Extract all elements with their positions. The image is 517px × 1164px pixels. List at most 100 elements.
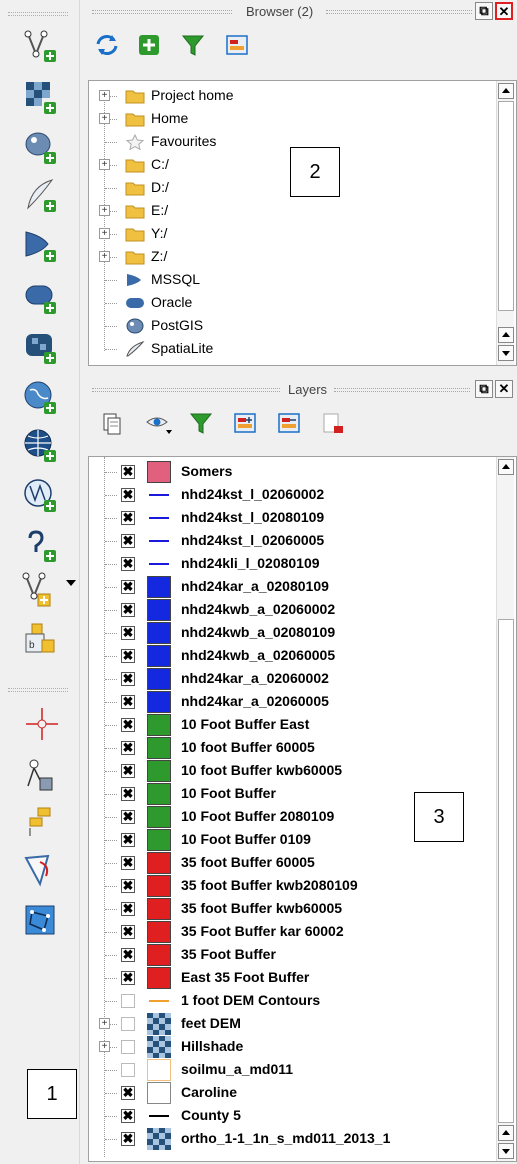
add-wcs-layer-icon[interactable] bbox=[22, 426, 62, 466]
add-mssql-layer-icon[interactable] bbox=[22, 226, 62, 266]
refresh-icon[interactable] bbox=[92, 30, 122, 60]
layer-row[interactable]: ✖ nhd24kst_l_02060005 bbox=[89, 530, 516, 552]
layer-visibility-checkbox[interactable]: ✖ bbox=[121, 465, 135, 479]
layer-visibility-checkbox[interactable]: ✖ bbox=[121, 971, 135, 985]
add-delimited-text-layer-icon[interactable] bbox=[22, 526, 62, 566]
node-tool-icon[interactable] bbox=[22, 756, 62, 796]
new-shapefile-layer-icon[interactable] bbox=[22, 570, 62, 610]
layer-visibility-checkbox[interactable]: ✖ bbox=[121, 856, 135, 870]
layer-visibility-checkbox[interactable]: ✖ bbox=[121, 1132, 135, 1146]
layer-row[interactable]: ✖ Caroline bbox=[89, 1082, 516, 1104]
layer-visibility-checkbox[interactable]: ✖ bbox=[121, 1086, 135, 1100]
chevron-down-icon[interactable] bbox=[66, 580, 76, 586]
add-wms-layer-icon[interactable] bbox=[22, 378, 62, 418]
toolbar-grip[interactable] bbox=[8, 12, 68, 16]
layer-row[interactable]: ✖ nhd24kar_a_02060005 bbox=[89, 691, 516, 713]
add-postgis-layer-icon[interactable] bbox=[22, 128, 62, 168]
layer-visibility-checkbox[interactable] bbox=[121, 994, 135, 1008]
manage-visibility-icon[interactable] bbox=[144, 408, 174, 438]
browser-item[interactable]: + Z:/ bbox=[89, 246, 516, 268]
layer-row[interactable]: ✖ nhd24kst_l_02060002 bbox=[89, 484, 516, 506]
layer-row[interactable]: + feet DEM bbox=[89, 1013, 516, 1035]
layer-visibility-checkbox[interactable]: ✖ bbox=[121, 649, 135, 663]
layer-visibility-checkbox[interactable]: ✖ bbox=[121, 948, 135, 962]
layer-visibility-checkbox[interactable]: ✖ bbox=[121, 833, 135, 847]
layer-visibility-checkbox[interactable]: ✖ bbox=[121, 695, 135, 709]
expand-toggle[interactable]: + bbox=[99, 90, 110, 101]
float-panel-icon[interactable]: ⧉ bbox=[475, 2, 493, 20]
browser-item[interactable]: + Project home bbox=[89, 85, 516, 107]
add-vector-layer-icon[interactable] bbox=[22, 26, 62, 66]
expand-toggle[interactable]: + bbox=[99, 251, 110, 262]
layer-visibility-checkbox[interactable]: ✖ bbox=[121, 764, 135, 778]
expand-toggle[interactable]: + bbox=[99, 1041, 110, 1052]
layer-row[interactable]: ✖ Somers bbox=[89, 461, 516, 483]
open-layer-styling-icon[interactable] bbox=[98, 408, 128, 438]
layer-visibility-checkbox[interactable]: ✖ bbox=[121, 925, 135, 939]
layer-visibility-checkbox[interactable]: ✖ bbox=[121, 718, 135, 732]
float-panel-icon[interactable]: ⧉ bbox=[475, 380, 493, 398]
layer-row[interactable]: + Hillshade bbox=[89, 1036, 516, 1058]
collapse-all-icon[interactable] bbox=[274, 408, 304, 438]
layer-visibility-checkbox[interactable]: ✖ bbox=[121, 534, 135, 548]
layer-visibility-checkbox[interactable] bbox=[121, 1063, 135, 1077]
close-panel-icon[interactable]: ✕ bbox=[495, 380, 513, 398]
toolbar-grip-2[interactable] bbox=[8, 688, 68, 692]
layer-row[interactable]: ✖ nhd24kli_l_02080109 bbox=[89, 553, 516, 575]
layer-row[interactable]: 1 foot DEM Contours bbox=[89, 990, 516, 1012]
layer-visibility-checkbox[interactable]: ✖ bbox=[121, 580, 135, 594]
browser-item[interactable]: + E:/ bbox=[89, 200, 516, 222]
layer-visibility-checkbox[interactable]: ✖ bbox=[121, 488, 135, 502]
collapse-all-icon[interactable] bbox=[222, 30, 252, 60]
layer-row[interactable]: ✖ East 35 Foot Buffer bbox=[89, 967, 516, 989]
layer-visibility-checkbox[interactable]: ✖ bbox=[121, 557, 135, 571]
expand-toggle[interactable]: + bbox=[99, 205, 110, 216]
merge-features-icon[interactable] bbox=[22, 804, 62, 844]
browser-item[interactable]: MSSQL bbox=[89, 269, 516, 291]
expand-toggle[interactable]: + bbox=[99, 1018, 110, 1029]
digitize-crosshair-icon[interactable] bbox=[22, 706, 62, 746]
layer-row[interactable]: ✖ 35 Foot Buffer kar 60002 bbox=[89, 921, 516, 943]
browser-item[interactable]: Oracle bbox=[89, 292, 516, 314]
add-raster-layer-icon[interactable] bbox=[22, 78, 62, 118]
layer-visibility-checkbox[interactable]: ✖ bbox=[121, 787, 135, 801]
browser-item[interactable]: SpatiaLite bbox=[89, 338, 516, 360]
layer-row[interactable]: ✖ 35 foot Buffer kwb60005 bbox=[89, 898, 516, 920]
layer-row[interactable]: ✖ nhd24kwb_a_02060002 bbox=[89, 599, 516, 621]
layer-row[interactable]: ✖ nhd24kwb_a_02060005 bbox=[89, 645, 516, 667]
filter-icon[interactable] bbox=[178, 30, 208, 60]
layer-row[interactable]: ✖ nhd24kar_a_02080109 bbox=[89, 576, 516, 598]
browser-tree[interactable]: + Project home + Home Favourites + C:/D:/+ E:/+… bbox=[88, 80, 517, 366]
layer-visibility-checkbox[interactable]: ✖ bbox=[121, 879, 135, 893]
browser-item[interactable]: + Home bbox=[89, 108, 516, 130]
layer-visibility-checkbox[interactable] bbox=[121, 1040, 135, 1054]
reshape-features-icon[interactable] bbox=[22, 852, 62, 892]
layer-row[interactable]: ✖ 35 Foot Buffer bbox=[89, 944, 516, 966]
browser-titlebar[interactable]: Browser (2) ⧉ ✕ bbox=[86, 0, 517, 24]
layer-row[interactable]: ✖ County 5 bbox=[89, 1105, 516, 1127]
close-panel-icon[interactable]: ✕ bbox=[495, 2, 513, 20]
layers-titlebar[interactable]: Layers ⧉ ✕ bbox=[86, 378, 517, 402]
layer-row[interactable]: ✖ nhd24kst_l_02080109 bbox=[89, 507, 516, 529]
layer-visibility-checkbox[interactable]: ✖ bbox=[121, 1109, 135, 1123]
layer-row[interactable]: ✖ 35 foot Buffer kwb2080109 bbox=[89, 875, 516, 897]
expand-toggle[interactable]: + bbox=[99, 228, 110, 239]
add-ring-icon[interactable] bbox=[22, 902, 62, 942]
layer-visibility-checkbox[interactable]: ✖ bbox=[121, 603, 135, 617]
new-gpx-layer-icon[interactable]: b bbox=[22, 620, 62, 660]
layer-visibility-checkbox[interactable]: ✖ bbox=[121, 902, 135, 916]
add-selected-layers-icon[interactable] bbox=[134, 30, 164, 60]
expand-all-icon[interactable] bbox=[230, 408, 260, 438]
layer-visibility-checkbox[interactable]: ✖ bbox=[121, 810, 135, 824]
layer-row[interactable]: ✖ 35 foot Buffer 60005 bbox=[89, 852, 516, 874]
layer-row[interactable]: ✖ nhd24kar_a_02060002 bbox=[89, 668, 516, 690]
layer-row[interactable]: ✖ 10 foot Buffer 60005 bbox=[89, 737, 516, 759]
layer-visibility-checkbox[interactable] bbox=[121, 1017, 135, 1031]
filter-legend-icon[interactable] bbox=[186, 408, 216, 438]
layer-row[interactable]: soilmu_a_md011 bbox=[89, 1059, 516, 1081]
layer-row[interactable]: ✖ 10 foot Buffer kwb60005 bbox=[89, 760, 516, 782]
add-wfs-layer-icon[interactable] bbox=[22, 476, 62, 516]
add-spatialite-layer-icon[interactable] bbox=[22, 176, 62, 216]
layer-row[interactable]: ✖ 10 Foot Buffer East bbox=[89, 714, 516, 736]
layer-visibility-checkbox[interactable]: ✖ bbox=[121, 741, 135, 755]
